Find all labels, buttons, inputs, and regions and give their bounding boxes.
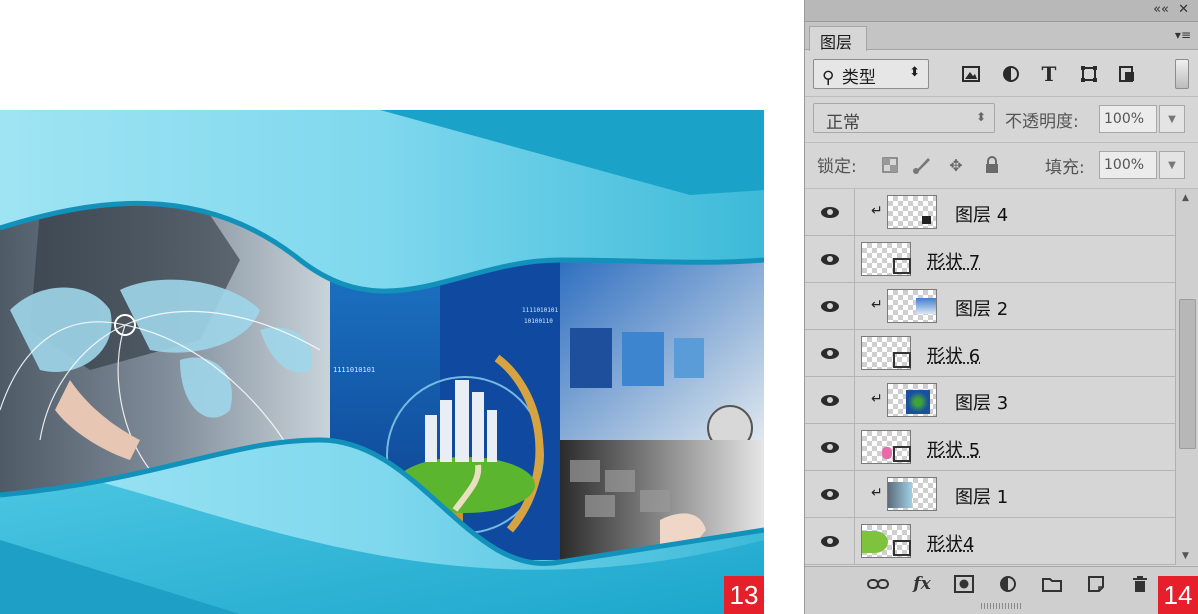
layer-row-shape-6[interactable]: 形状 6 [805,330,1175,377]
filter-kind-label: 类型 [841,68,876,88]
layer-row-layer-1[interactable]: ↵ 图层 1 [805,471,1175,518]
lock-all-icon[interactable] [981,154,1003,176]
layer-row-shape-5[interactable]: 形状 5 [805,424,1175,471]
visibility-toggle[interactable] [805,377,855,423]
add-mask-icon[interactable] [951,571,977,597]
lock-label: 锁定: [817,157,857,177]
layers-list: ↵ 图层 4 形状 7 ↵ 图层 2 形状 6 ↵ 图层 3 形状 5 ↵ 图层… [805,189,1175,565]
layer-name[interactable]: 图层 4 [955,201,1008,227]
eye-icon [820,253,839,265]
layer-name[interactable]: 图层 2 [955,295,1008,321]
visibility-toggle[interactable] [805,189,855,235]
search-icon: ⚲ [822,68,835,88]
layer-thumbnail [887,195,937,229]
layers-scrollbar[interactable]: ▲ ▼ [1175,189,1198,565]
lock-position-move-icon[interactable]: ✥ [945,154,967,176]
layer-thumbnail [887,477,937,511]
opacity-label: 不透明度: [1005,112,1079,132]
blend-mode-row: 正常 ⬍ 不透明度: 100% ▼ [805,97,1198,143]
new-adjustment-layer-icon[interactable] [995,571,1021,597]
scroll-thumb[interactable] [1179,299,1196,449]
visibility-toggle[interactable] [805,330,855,376]
clipping-mask-arrow-icon: ↵ [871,391,883,407]
layer-name[interactable]: 图层 1 [955,483,1008,509]
layer-thumbnail [887,383,937,417]
vector-shape-icon [893,446,911,462]
figure-number-badge-13: 13 [724,576,764,614]
clipping-mask-arrow-icon: ↵ [871,203,883,219]
select-arrows-icon: ⬍ [975,110,986,124]
vector-shape-icon [893,352,911,368]
lock-transparency-icon[interactable] [879,154,901,176]
layer-row-layer-3[interactable]: ↵ 图层 3 [805,377,1175,424]
layer-name[interactable]: 形状 6 [927,342,980,368]
clipping-mask-arrow-icon: ↵ [871,297,883,313]
layer-row-layer-4[interactable]: ↵ 图层 4 [805,189,1175,236]
visibility-toggle[interactable] [805,471,855,517]
layer-name[interactable]: 图层 3 [955,389,1008,415]
fill-label: 填充: [1045,158,1085,178]
layer-thumbnail [887,289,937,323]
close-panel-icon[interactable]: ✕ [1178,2,1189,18]
binary-text-3: 10100110 [524,318,553,325]
fill-dropdown-icon[interactable]: ▼ [1159,151,1185,179]
visibility-toggle[interactable] [805,236,855,282]
type-filter-icon[interactable]: T [1037,62,1061,86]
eye-icon [820,206,839,218]
lock-pixels-brush-icon[interactable] [911,154,933,176]
tab-layers[interactable]: 图层 [809,26,867,52]
link-layers-icon[interactable] [865,571,891,597]
image-filter-icon[interactable] [959,62,983,86]
opacity-field[interactable]: 100% [1099,105,1157,133]
layer-row-layer-2[interactable]: ↵ 图层 2 [805,283,1175,330]
eye-icon [820,441,839,453]
eye-icon [820,394,839,406]
visibility-toggle[interactable] [805,518,855,564]
filter-kind-select[interactable]: ⚲ 类型 ⬍ [813,59,929,89]
scroll-down-arrow-icon[interactable]: ▼ [1182,551,1189,561]
opacity-dropdown-icon[interactable]: ▼ [1159,105,1185,133]
eye-icon [820,300,839,312]
vector-shape-icon [893,258,911,274]
layers-panel: «« ✕ 图层 ▾≡ ⚲ 类型 ⬍ T 正常 ⬍ 不透明度: 100% ▼ 锁定… [804,0,1198,614]
layer-row-shape-4[interactable]: 形状4 [805,518,1175,565]
panel-tab-bar: 图层 ▾≡ [805,22,1198,52]
adjustment-filter-icon[interactable] [999,62,1023,86]
eye-icon [820,347,839,359]
visibility-toggle[interactable] [805,283,855,329]
layer-style-fx-icon[interactable]: fx [909,571,935,597]
panel-menu-icon[interactable]: ▾≡ [1175,28,1191,42]
artwork-canvas: 1111010101 1111010101 10100110 [0,110,764,614]
collapse-panel-icon[interactable]: «« [1153,2,1169,18]
layer-name[interactable]: 形状 5 [927,436,980,462]
filter-toggle-switch[interactable] [1175,59,1189,89]
layer-filter-row: ⚲ 类型 ⬍ T [805,51,1198,97]
select-arrows-icon: ⬍ [909,65,920,80]
smart-object-filter-icon[interactable] [1115,62,1139,86]
layer-row-shape-7[interactable]: 形状 7 [805,236,1175,283]
binary-text-2: 1111010101 [522,307,559,314]
shape-filter-icon[interactable] [1077,62,1101,86]
panel-resize-grip[interactable] [981,603,1021,609]
panel-title-bar: «« ✕ [805,0,1198,22]
figure-number-badge-14: 14 [1158,576,1198,614]
lock-row: 锁定: ✥ 填充: 100% ▼ [805,143,1198,189]
new-layer-icon[interactable] [1083,571,1109,597]
artwork-graphic: 1111010101 1111010101 10100110 [0,110,764,614]
scroll-up-arrow-icon[interactable]: ▲ [1182,193,1189,203]
vector-shape-icon [893,540,911,556]
delete-layer-trash-icon[interactable] [1127,571,1153,597]
clipping-mask-arrow-icon: ↵ [871,485,883,501]
blend-mode-select[interactable]: 正常 ⬍ [813,103,995,133]
fill-field[interactable]: 100% [1099,151,1157,179]
layer-name[interactable]: 形状 7 [927,248,980,274]
new-group-folder-icon[interactable] [1039,571,1065,597]
layer-name[interactable]: 形状4 [927,530,974,556]
eye-icon [820,535,839,547]
eye-icon [820,488,839,500]
visibility-toggle[interactable] [805,424,855,470]
layers-bottom-toolbar: fx [805,566,1198,614]
binary-text-1: 1111010101 [333,366,375,374]
blend-mode-value: 正常 [826,113,860,133]
